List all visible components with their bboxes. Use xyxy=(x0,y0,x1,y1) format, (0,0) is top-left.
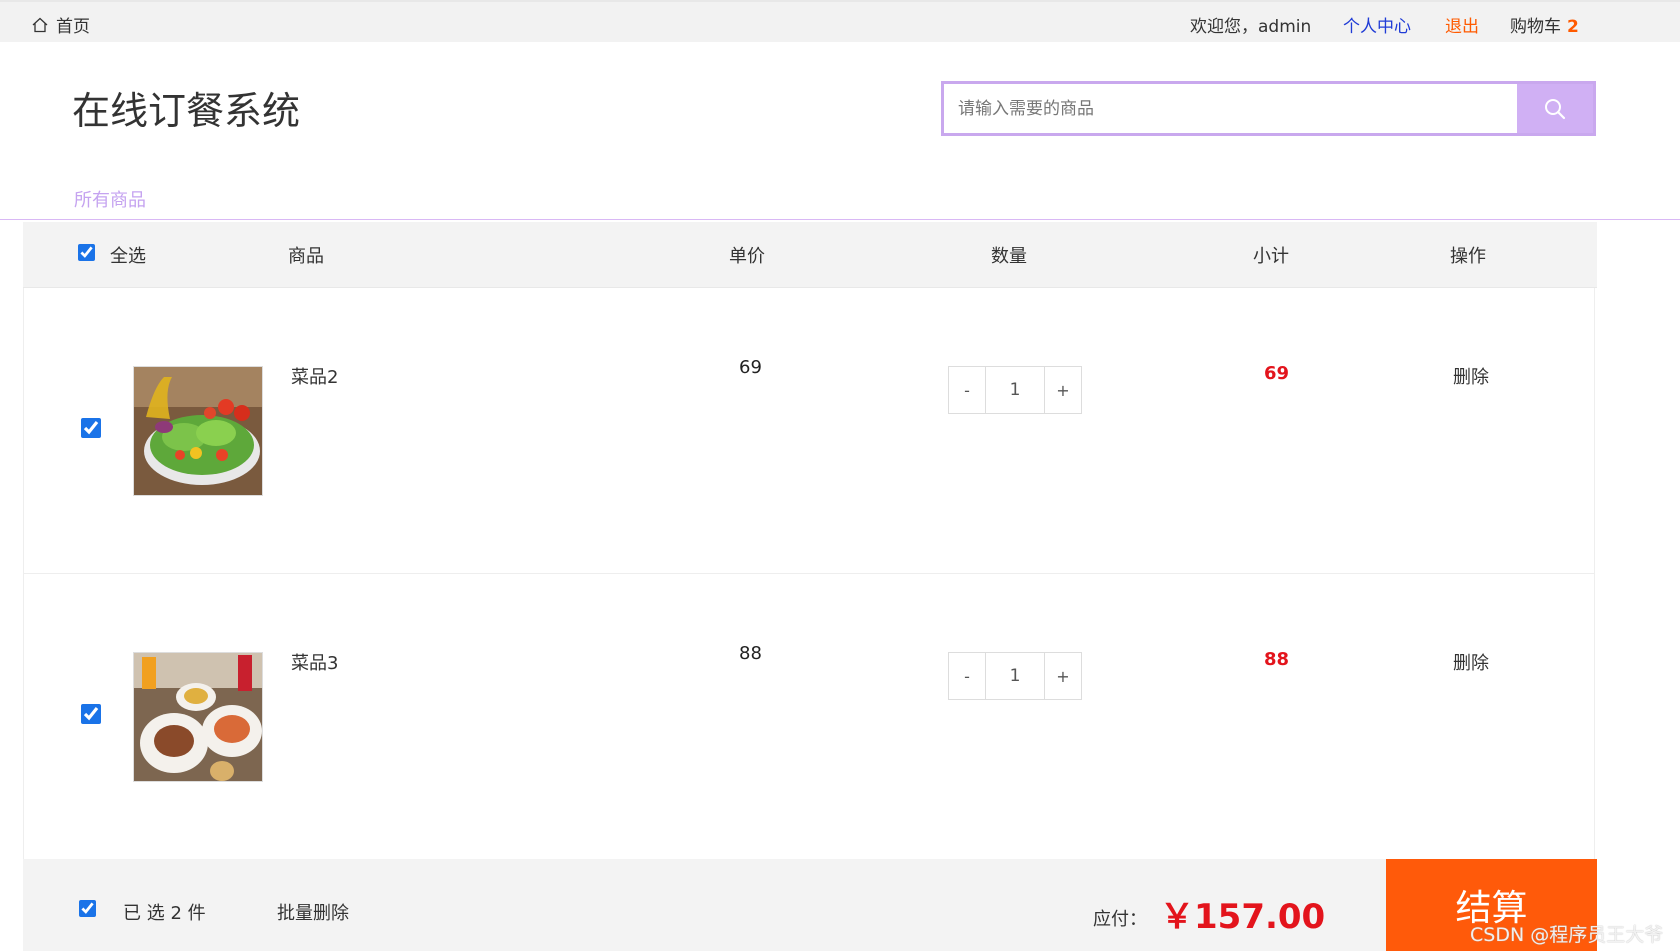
column-subtotal: 小计 xyxy=(1253,246,1289,267)
column-product: 商品 xyxy=(288,246,324,267)
meal-image[interactable] xyxy=(133,652,263,782)
top-bar: 首页 欢迎您，admin 个人中心 退出 购物车 2 xyxy=(0,0,1680,42)
site-logo-title[interactable]: 在线订餐系统 xyxy=(72,80,300,135)
quantity-value[interactable]: 1 xyxy=(985,367,1045,413)
unit-price: 69 xyxy=(739,357,762,378)
quantity-value[interactable]: 1 xyxy=(985,653,1045,699)
select-all-label: 全选 xyxy=(110,246,146,267)
pay-amount: ￥157.00 xyxy=(1160,897,1326,937)
product-name[interactable]: 菜品3 xyxy=(291,649,338,675)
selected-count: 已 选 2 件 xyxy=(123,903,206,924)
quantity-stepper: - 1 + xyxy=(948,366,1082,414)
home-label: 首页 xyxy=(56,17,90,37)
batch-delete-link[interactable]: 批量删除 xyxy=(277,899,349,925)
delete-link[interactable]: 删除 xyxy=(1453,649,1489,675)
salad-image[interactable] xyxy=(133,366,263,496)
cart-label: 购物车 xyxy=(1510,17,1561,37)
logout-link[interactable]: 退出 xyxy=(1445,12,1479,37)
home-link[interactable]: 首页 xyxy=(32,12,90,37)
subtotal: 88 xyxy=(1264,649,1290,670)
subtotal: 69 xyxy=(1264,363,1290,384)
quantity-stepper: - 1 + xyxy=(948,652,1082,700)
table-row: 菜品3 88 - 1 + 88 删除 xyxy=(23,574,1595,860)
pay-label: 应付： xyxy=(1093,909,1147,930)
cart-link[interactable]: 购物车 2 xyxy=(1510,12,1579,37)
search-icon xyxy=(1545,98,1566,119)
column-action: 操作 xyxy=(1450,246,1486,267)
cart-count: 2 xyxy=(1567,17,1579,37)
nav-all-products[interactable]: 所有商品 xyxy=(74,186,146,212)
row-checkbox[interactable] xyxy=(81,418,101,438)
decrease-button[interactable]: - xyxy=(949,653,985,699)
select-all-checkbox[interactable] xyxy=(78,244,95,261)
welcome-text: 欢迎您，admin xyxy=(1190,17,1312,37)
home-icon xyxy=(32,17,48,32)
personal-center-link[interactable]: 个人中心 xyxy=(1343,12,1411,37)
increase-button[interactable]: + xyxy=(1045,367,1081,413)
column-price: 单价 xyxy=(729,246,765,267)
nav-divider xyxy=(0,219,1680,220)
cart-table-header: 全选 商品 单价 数量 小计 操作 xyxy=(23,222,1597,288)
table-row: 菜品2 69 - 1 + 69 删除 xyxy=(23,288,1595,574)
search-bar xyxy=(941,81,1596,136)
decrease-button[interactable]: - xyxy=(949,367,985,413)
column-quantity: 数量 xyxy=(991,246,1027,267)
footer-select-all-checkbox[interactable] xyxy=(79,900,96,917)
unit-price: 88 xyxy=(739,643,762,664)
delete-link[interactable]: 删除 xyxy=(1453,363,1489,389)
cart-footer: 已 选 2 件 批量删除 应付： ￥157.00 结算 xyxy=(23,859,1597,951)
row-checkbox[interactable] xyxy=(81,704,101,724)
search-button[interactable] xyxy=(1517,84,1593,133)
product-name[interactable]: 菜品2 xyxy=(291,363,338,389)
watermark: CSDN @程序员王大爷 xyxy=(1470,924,1664,946)
increase-button[interactable]: + xyxy=(1045,653,1081,699)
search-input[interactable] xyxy=(944,84,1517,133)
